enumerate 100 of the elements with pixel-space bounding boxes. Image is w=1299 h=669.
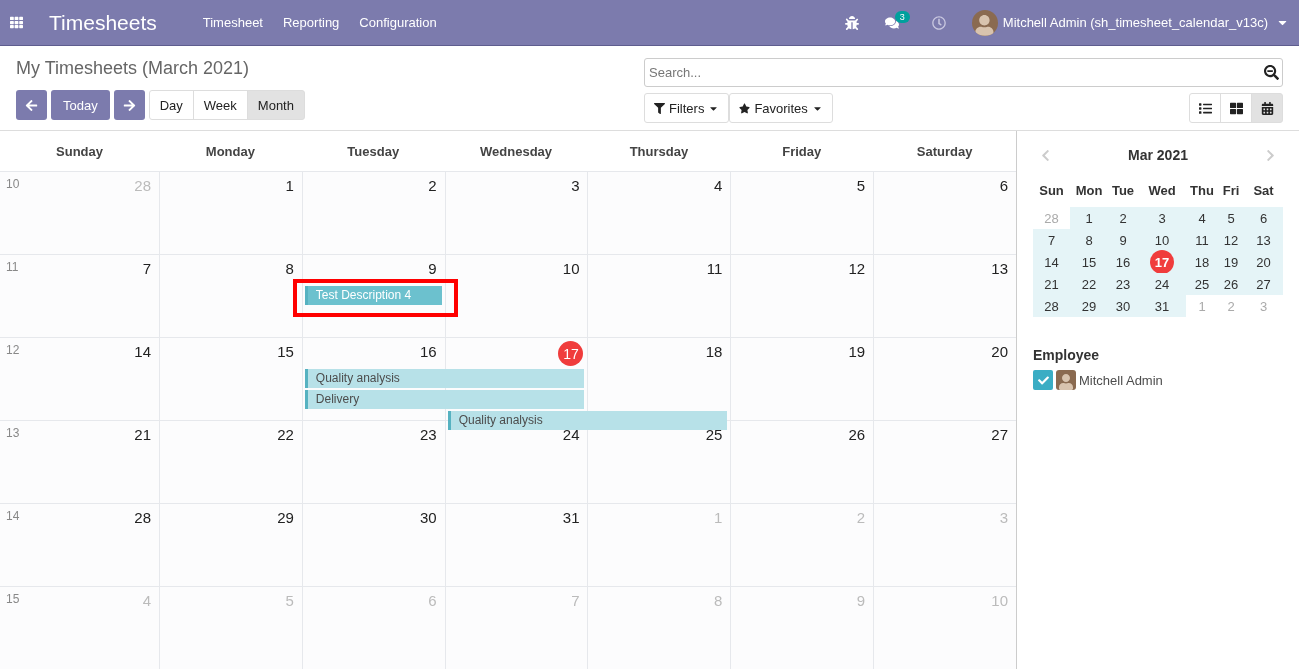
weekday-label: Wed (1147, 182, 1177, 200)
search-field[interactable]: Search... (644, 58, 1283, 87)
scale-button[interactable]: Week (192, 90, 248, 120)
clock-icon[interactable] (931, 15, 946, 30)
date-cell[interactable]: 7 (1033, 229, 1070, 251)
date-number[interactable]: 14 (134, 343, 151, 360)
date-cell[interactable]: 16 (1108, 251, 1138, 273)
favorites-button[interactable]: Favorites (729, 93, 833, 123)
chat-icon[interactable] (884, 15, 899, 30)
filter-title: Employee (1033, 347, 1101, 363)
scale-button[interactable]: Day (148, 90, 194, 120)
date-number[interactable]: 31 (562, 509, 580, 526)
date-cell[interactable]: 1 (1070, 207, 1108, 229)
date-number[interactable]: 2 (428, 177, 437, 194)
kanban-view-button[interactable] (1220, 93, 1252, 123)
date-cell[interactable]: 30 (1108, 295, 1138, 317)
date-number[interactable]: 20 (991, 343, 1008, 360)
date-number[interactable]: 15 (277, 343, 294, 360)
date-cell[interactable]: 2 (1108, 207, 1138, 229)
date-cell[interactable]: 17 (1138, 251, 1186, 273)
date-cell[interactable]: 25 (1186, 273, 1218, 295)
date-cell[interactable]: 8 (1070, 229, 1108, 251)
date-cell[interactable]: 29 (1070, 295, 1108, 317)
app-title: Timesheets (49, 10, 157, 35)
calendar-event[interactable]: Quality analysis (447, 411, 728, 430)
date-number[interactable]: 30 (419, 509, 437, 526)
calendar-view-button[interactable] (1251, 93, 1283, 123)
date-number[interactable]: 13 (991, 260, 1008, 277)
date-number[interactable]: 18 (705, 343, 723, 360)
date-number[interactable]: 21 (134, 426, 151, 443)
star-icon (739, 102, 751, 114)
date-cell[interactable]: 27 (1244, 273, 1283, 295)
date-cell[interactable]: 19 (1218, 251, 1244, 273)
date-number[interactable]: 16 (419, 343, 437, 360)
date-cell[interactable]: 24 (1138, 273, 1186, 295)
date-number[interactable]: 12 (848, 260, 866, 277)
calendar-event[interactable]: Quality analysis (304, 369, 585, 388)
today-date[interactable]: 17 (1150, 250, 1174, 274)
filters-button[interactable]: Filters (644, 93, 730, 123)
date-number[interactable]: 28 (134, 509, 151, 526)
today-button[interactable]: Today (51, 90, 110, 120)
date-cell[interactable]: 6 (1244, 207, 1283, 229)
date-cell[interactable]: 28 (1033, 295, 1070, 317)
date-cell[interactable]: 10 (1138, 229, 1186, 251)
arrow-left-icon (25, 98, 38, 112)
month-title: Mar 2021 (1128, 147, 1188, 163)
next-button[interactable] (113, 90, 145, 120)
date-number[interactable]: 10 (562, 260, 580, 277)
today-date[interactable]: 17 (558, 341, 584, 366)
date-number[interactable]: 29 (277, 509, 294, 526)
date-number[interactable]: 9 (428, 260, 437, 277)
menu-item[interactable]: Configuration (359, 15, 437, 30)
user-avatar[interactable] (971, 9, 998, 36)
date-cell[interactable]: 15 (1070, 251, 1108, 273)
week-number: 10 (6, 177, 20, 191)
date-number[interactable]: 6 (999, 177, 1008, 194)
weekday-header: Wednesday (479, 142, 554, 161)
menu-item[interactable]: Timesheet (202, 15, 263, 30)
date-number[interactable]: 11 (706, 260, 723, 277)
date-cell[interactable]: 20 (1244, 251, 1283, 273)
date-number[interactable]: 4 (714, 177, 723, 194)
checkbox[interactable] (1033, 370, 1053, 390)
user-menu[interactable]: Mitchell Admin (sh_timesheet_calendar_v13c) (1002, 15, 1268, 30)
date-cell[interactable]: 13 (1244, 229, 1283, 251)
date-cell[interactable]: 31 (1138, 295, 1186, 317)
date-cell[interactable]: 3 (1138, 207, 1186, 229)
calendar-event[interactable]: Delivery (304, 390, 585, 409)
weekday-label: Tue (1110, 182, 1136, 200)
week-number: 15 (6, 592, 20, 606)
date-number[interactable]: 1 (285, 177, 294, 194)
apps-menu-icon[interactable] (10, 16, 23, 29)
date-cell[interactable]: 18 (1186, 251, 1218, 273)
date-number[interactable]: 26 (848, 426, 866, 443)
date-cell[interactable]: 23 (1108, 273, 1138, 295)
previous-button[interactable] (16, 90, 47, 120)
date-number[interactable]: 27 (991, 426, 1008, 443)
bug-icon[interactable] (844, 15, 859, 30)
date-cell[interactable]: 14 (1033, 251, 1070, 273)
date-cell[interactable]: 9 (1108, 229, 1138, 251)
weekday-header: Friday (781, 142, 823, 161)
date-number[interactable]: 7 (142, 260, 151, 277)
list-view-button[interactable] (1189, 93, 1221, 123)
date-number[interactable]: 8 (285, 260, 294, 277)
menu-item[interactable]: Reporting (283, 15, 340, 30)
calendar-icon (1260, 101, 1274, 115)
date-number[interactable]: 22 (277, 426, 294, 443)
date-cell[interactable]: 21 (1033, 273, 1070, 295)
date-number[interactable]: 19 (848, 343, 866, 360)
date-cell[interactable]: 22 (1070, 273, 1108, 295)
date-number[interactable]: 23 (419, 426, 437, 443)
date-cell[interactable]: 5 (1218, 207, 1244, 229)
date-cell[interactable]: 26 (1218, 273, 1244, 295)
scale-button[interactable]: Month (246, 90, 305, 120)
date-cell[interactable]: 11 (1186, 229, 1218, 251)
date-cell[interactable]: 12 (1218, 229, 1244, 251)
date-cell[interactable]: 4 (1186, 207, 1218, 229)
weekday-label: Sat (1252, 182, 1275, 200)
search-icon[interactable] (1264, 65, 1279, 80)
date-number[interactable]: 3 (571, 177, 580, 194)
date-number[interactable]: 5 (856, 177, 866, 194)
